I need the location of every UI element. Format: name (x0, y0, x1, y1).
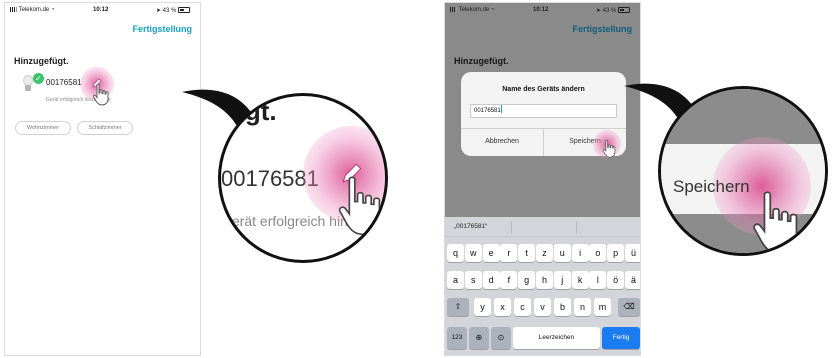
key-r[interactable]: r (500, 244, 518, 262)
microphone-key[interactable]: ⊙ (491, 327, 511, 349)
key-d[interactable]: d (482, 271, 500, 289)
key-c[interactable]: c (514, 298, 531, 316)
cancel-button[interactable]: Abbrechen (461, 128, 543, 156)
key-p[interactable]: p (607, 244, 625, 262)
key-a[interactable]: a (447, 271, 464, 289)
key-f[interactable]: f (500, 271, 518, 289)
text-caret (500, 105, 502, 113)
key-l[interactable]: l (589, 271, 607, 289)
key-e[interactable]: e (482, 244, 500, 262)
signal-icon (10, 7, 17, 12)
status-time: 10:12 (533, 7, 549, 13)
wifi-icon: ◔ (50, 7, 55, 13)
key-u[interactable]: u (553, 244, 571, 262)
battery-percent: 43 % (162, 8, 177, 14)
key-z[interactable]: z (536, 244, 553, 262)
carrier-info: Telekom.de ◔ (450, 7, 495, 13)
device-name-input[interactable]: 00176581 (470, 104, 617, 118)
carrier-name: Telekom.de (458, 7, 490, 13)
hand-pointer-icon (92, 83, 109, 106)
key-h[interactable]: h (536, 271, 553, 289)
rename-dialog: Name des Geräts ändern 00176581 Abbreche… (461, 72, 626, 158)
wifi-icon: ◔ (490, 7, 495, 13)
done-key[interactable]: Fertig (602, 327, 640, 349)
key-m[interactable]: m (594, 298, 611, 316)
section-title: Hinzugefügt. (454, 56, 509, 66)
keyboard-row-4: 123 ⊕ ⊙ Leerzeichen Fertig (445, 327, 640, 349)
suggestion-divider (576, 221, 577, 233)
key-i[interactable]: i (571, 244, 589, 262)
battery-info: ➤ 43 % (156, 7, 190, 14)
phone-screen-added: Telekom.de ◔ 10:12 ➤ 43 % Fertigstellung… (4, 2, 201, 356)
keyboard-row-3: ⇧ ⌫ yxcvbnm (445, 298, 640, 316)
microphone-icon: ⊙ (497, 333, 505, 342)
battery-icon (618, 7, 630, 13)
key-b[interactable]: b (554, 298, 571, 316)
battery-icon (178, 7, 190, 13)
ios-keyboard: „00176581“ qwertzuiopü asdfghjklöä ⇧ ⌫ y… (445, 217, 640, 355)
zoom-save-label: Speichern (673, 177, 750, 196)
device-name-input-value: 00176581 (474, 108, 501, 114)
location-icon: ➤ (155, 8, 161, 14)
battery-percent: 43 % (602, 8, 617, 14)
key-o[interactable]: o (589, 244, 607, 262)
location-icon: ➤ (595, 8, 601, 14)
suggestion-divider (511, 221, 512, 233)
key-j[interactable]: j (553, 271, 571, 289)
shift-key[interactable]: ⇧ (447, 298, 469, 316)
key-ü[interactable]: ü (625, 244, 640, 262)
key-g[interactable]: g (518, 271, 536, 289)
zoom-hand-pointer-icon (753, 191, 798, 253)
status-bar: Telekom.de ◔ 10:12 ➤ 43 % (5, 7, 200, 17)
key-v[interactable]: v (534, 298, 551, 316)
key-y[interactable]: y (474, 298, 491, 316)
hand-pointer-icon (602, 139, 616, 158)
dialog-title: Name des Geräts ändern (502, 86, 585, 93)
suggestion-item[interactable]: „00176581“ (454, 223, 487, 230)
room-chip-bedroom[interactable]: Schlafzimmer (77, 121, 133, 135)
globe-key[interactable]: ⊕ (469, 327, 489, 349)
room-chip-living-room[interactable]: Wohnzimmer (15, 121, 71, 135)
backspace-icon: ⌫ (623, 302, 635, 311)
status-time: 10:12 (93, 7, 109, 13)
key-x[interactable]: x (494, 298, 511, 316)
numbers-key[interactable]: 123 (447, 327, 467, 349)
zoom-section-title: ugt. (229, 96, 277, 126)
carrier-info: Telekom.de ◔ (10, 7, 55, 13)
section-title: Hinzugefügt. (14, 56, 69, 66)
space-key[interactable]: Leerzeichen (513, 327, 600, 349)
carrier-name: Telekom.de (18, 7, 50, 13)
key-ä[interactable]: ä (625, 271, 640, 289)
zoom-dim-background (661, 89, 825, 144)
device-name[interactable]: 00176581 (46, 78, 82, 87)
shift-icon: ⇧ (454, 302, 462, 311)
suggestion-bar: „00176581“ (445, 217, 640, 237)
key-s[interactable]: s (464, 271, 482, 289)
done-button[interactable]: Fertigstellung (572, 24, 632, 34)
zoom-magnifier-save: Speichern (658, 86, 828, 256)
status-bar: Telekom.de ◔ 10:12 ➤ 43 % (445, 7, 640, 17)
keyboard-row-1: qwertzuiopü (445, 244, 640, 262)
zoom-hand-pointer-icon (338, 176, 381, 236)
keyboard-row-2: asdfghjklöä (445, 271, 640, 289)
key-w[interactable]: w (464, 244, 482, 262)
key-n[interactable]: n (574, 298, 591, 316)
backspace-key[interactable]: ⌫ (618, 298, 640, 316)
signal-icon (450, 7, 457, 12)
globe-icon: ⊕ (475, 333, 483, 342)
check-icon: ✓ (33, 73, 44, 84)
key-t[interactable]: t (518, 244, 536, 262)
battery-info: ➤ 43 % (596, 7, 630, 14)
key-ö[interactable]: ö (607, 271, 625, 289)
done-button[interactable]: Fertigstellung (132, 24, 192, 34)
key-k[interactable]: k (571, 271, 589, 289)
phone-screen-rename: Telekom.de ◔ 10:12 ➤ 43 % Fertigstellung… (444, 2, 641, 356)
key-q[interactable]: q (447, 244, 464, 262)
zoom-magnifier-device: ugt. 00176581 Gerät erfolgreich hinz (218, 93, 388, 263)
